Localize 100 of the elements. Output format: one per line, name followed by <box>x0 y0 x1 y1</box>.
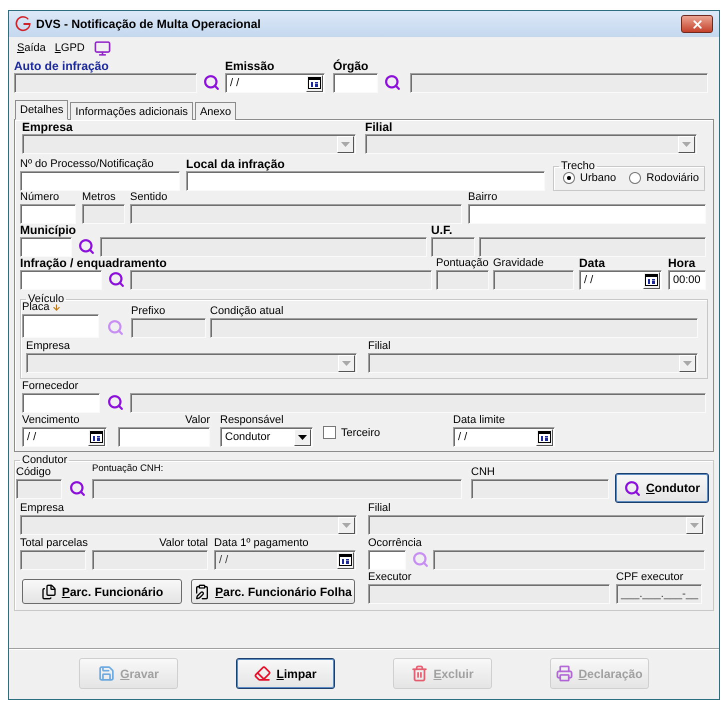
field-label: Bairro <box>468 191 498 204</box>
caret-icon <box>342 522 351 528</box>
payroll-button[interactable]: Parc. Funcionário <box>22 579 182 604</box>
text-field[interactable]: 00:00 <box>668 270 706 290</box>
payroll-button[interactable]: Parc. Funcionário Folha <box>191 579 355 604</box>
caret-icon <box>342 360 351 366</box>
checkbox-option[interactable]: Terceiro <box>323 426 433 439</box>
calendar-button[interactable] <box>536 428 553 446</box>
text-field[interactable] <box>20 204 76 224</box>
field-label: Prefixo <box>131 305 166 318</box>
field-label: Data <box>579 257 606 270</box>
text-field[interactable] <box>186 171 545 191</box>
field-label: Empresa <box>22 121 73 134</box>
field-label: Gravidade <box>493 257 544 270</box>
field-label: Município <box>20 224 76 237</box>
field-label: Código <box>16 466 51 479</box>
dropdown-field[interactable]: Condutor <box>220 427 313 447</box>
date-field[interactable]: / / <box>579 270 662 290</box>
action-icon <box>98 665 116 682</box>
field-label: Hora <box>668 257 696 270</box>
field-label: Emissão <box>225 60 274 73</box>
field-label: Auto de infração <box>14 60 109 73</box>
calendar-button[interactable] <box>643 272 660 288</box>
date-field[interactable]: / / <box>453 427 555 447</box>
caret-icon <box>341 142 350 146</box>
text-field[interactable] <box>20 171 180 191</box>
field-label: Executor <box>368 571 412 584</box>
search-icon <box>624 480 641 496</box>
search-icon[interactable] <box>78 238 94 255</box>
field-label: U.F. <box>431 224 452 237</box>
field-label: Data limite <box>453 414 505 427</box>
field-label: Data 1º pagamento <box>214 537 309 550</box>
field-label: Local da infração <box>186 158 285 171</box>
menu-item[interactable]: Saída <box>17 42 46 54</box>
field-label: Infração / enquadramento <box>20 257 167 270</box>
field-label: Empresa <box>26 340 70 353</box>
calendar-button[interactable] <box>306 74 323 92</box>
text-field[interactable] <box>118 427 210 447</box>
calendar-button[interactable] <box>88 428 105 446</box>
calendar-icon <box>308 77 321 89</box>
field-label: Valor total <box>159 537 208 550</box>
text-field[interactable] <box>333 73 378 93</box>
field-label: Filial <box>368 340 391 353</box>
tab[interactable]: Informações adicionais <box>70 102 193 120</box>
caret-icon <box>683 360 692 366</box>
text-field[interactable] <box>20 270 102 290</box>
field-label: Filial <box>365 121 392 134</box>
menu-item[interactable]: LGPD <box>54 42 85 54</box>
calendar-icon <box>339 554 352 566</box>
dropdown-button[interactable] <box>294 428 311 446</box>
caret-icon <box>298 434 307 440</box>
field-label: Sentido <box>130 191 168 204</box>
date-field[interactable]: / / <box>225 73 325 93</box>
field-label: Ocorrência <box>368 537 422 550</box>
field-label: Fornecedor <box>22 380 78 393</box>
text-field[interactable] <box>20 237 72 257</box>
search-icon[interactable] <box>108 271 124 288</box>
radio-button[interactable] <box>629 172 642 184</box>
text-field[interactable] <box>468 204 706 224</box>
action-icon <box>411 665 428 682</box>
field-label: CNH <box>471 466 495 479</box>
group-title: Condutor <box>21 454 68 466</box>
radio-option[interactable]: Urbano <box>563 172 616 184</box>
search-icon[interactable] <box>384 74 400 91</box>
field-label: Nº do Processo/Notificação <box>20 158 154 171</box>
driver-button[interactable]: Condutor <box>615 473 709 503</box>
radio-button[interactable] <box>563 172 575 184</box>
close-icon <box>690 18 704 30</box>
field-label: Filial <box>368 502 391 515</box>
arrow-icon <box>52 303 61 312</box>
text-field[interactable] <box>22 393 100 413</box>
calendar-icon <box>645 274 658 286</box>
field-label: Placa <box>22 301 61 314</box>
close-button[interactable] <box>681 15 713 33</box>
checkbox[interactable] <box>323 426 336 439</box>
text-field[interactable] <box>22 314 99 338</box>
field-label: Pontuação CNH: <box>92 462 164 475</box>
text-field[interactable] <box>368 550 406 570</box>
action-icon <box>254 665 272 682</box>
field-label: Órgão <box>333 60 368 73</box>
window-title: DVS - Notificação de Multa Operacional <box>36 17 262 31</box>
group-title: Trecho <box>560 160 596 172</box>
document-icon <box>194 584 210 600</box>
field-label: Total parcelas <box>20 537 88 550</box>
tab[interactable]: Detalhes <box>15 100 68 120</box>
date-field[interactable]: / / <box>22 427 107 447</box>
calendar-icon <box>538 431 551 443</box>
field-label: Vencimento <box>22 414 80 427</box>
document-icon <box>40 584 57 600</box>
caret-icon <box>690 522 699 528</box>
calendar-icon <box>90 431 103 443</box>
action-icon <box>556 665 574 682</box>
monitor-icon[interactable] <box>94 40 111 56</box>
tab[interactable]: Anexo <box>194 102 236 120</box>
search-icon[interactable] <box>106 394 124 411</box>
field-label: Número <box>20 191 60 204</box>
action-button[interactable]: Limpar <box>236 658 335 689</box>
field-label: CPF executor <box>616 571 684 584</box>
radio-option[interactable]: Rodoviário <box>629 172 699 184</box>
field-label: Responsável <box>220 414 284 427</box>
